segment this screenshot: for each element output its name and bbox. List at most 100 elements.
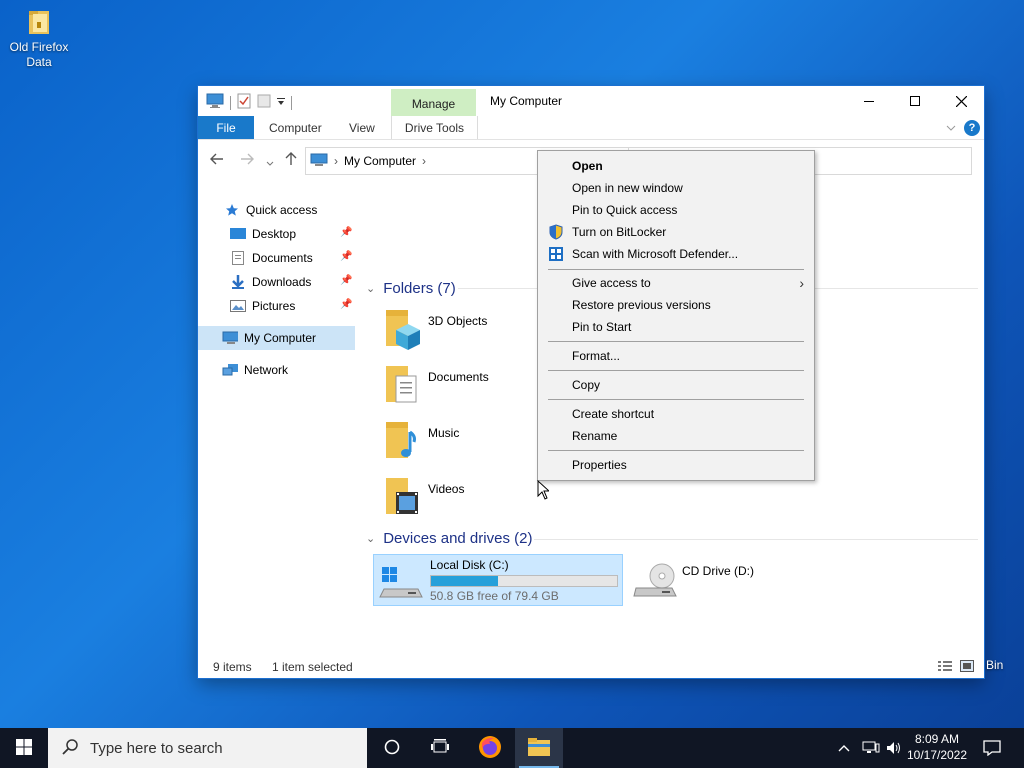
documents-icon bbox=[230, 251, 246, 265]
breadcrumb-my-computer[interactable]: My Computer bbox=[344, 154, 416, 168]
manage-context-tab[interactable]: Manage bbox=[391, 89, 476, 118]
recent-locations-chevron-icon[interactable] bbox=[266, 154, 274, 170]
system-clock[interactable]: 8:09 AM 10/17/2022 bbox=[902, 731, 972, 763]
menu-label: Format... bbox=[572, 349, 621, 363]
menu-label: Pin to Start bbox=[572, 320, 632, 334]
help-icon[interactable]: ? bbox=[964, 120, 980, 136]
group-title: Folders (7) bbox=[383, 280, 456, 297]
expand-ribbon-chevron-icon[interactable] bbox=[946, 121, 956, 135]
tab-view[interactable]: View bbox=[349, 116, 375, 139]
menu-item-rename[interactable]: Rename bbox=[538, 425, 814, 447]
start-button[interactable] bbox=[0, 728, 48, 768]
divider bbox=[534, 539, 978, 540]
collapse-chevron-icon[interactable]: ⌄ bbox=[366, 532, 375, 545]
menu-label: Rename bbox=[572, 429, 618, 443]
tab-drive-tools[interactable]: Drive Tools bbox=[391, 116, 478, 139]
show-hidden-icons-chevron[interactable] bbox=[838, 728, 850, 768]
nav-label: Network bbox=[244, 363, 289, 377]
nav-item-downloads[interactable]: Downloads 📌 bbox=[230, 270, 358, 294]
nav-my-computer[interactable]: My Computer bbox=[198, 326, 355, 350]
drive-cd-d[interactable]: CD Drive (D:) bbox=[630, 554, 878, 604]
tab-file[interactable]: File bbox=[198, 116, 254, 139]
menu-item-pin-start[interactable]: Pin to Start bbox=[538, 316, 814, 338]
window-title: My Computer bbox=[490, 94, 563, 108]
folder-music[interactable]: Music bbox=[382, 418, 532, 468]
folders-group-header[interactable]: ⌄ Folders (7) bbox=[366, 280, 456, 297]
nav-network[interactable]: Network bbox=[222, 358, 288, 382]
menu-item-pin-quick-access[interactable]: Pin to Quick access bbox=[538, 199, 814, 221]
folder-documents[interactable]: Documents bbox=[382, 362, 532, 412]
menu-separator bbox=[548, 269, 804, 270]
collapse-chevron-icon[interactable]: ⌄ bbox=[366, 282, 375, 295]
selection-count: 1 item selected bbox=[272, 660, 353, 674]
computer-icon[interactable] bbox=[206, 93, 224, 112]
menu-item-copy[interactable]: Copy bbox=[538, 374, 814, 396]
drive-local-disk-c[interactable]: Local Disk (C:) 50.8 GB free of 79.4 GB bbox=[373, 554, 623, 606]
recycle-bin-label[interactable]: Bin bbox=[986, 658, 1003, 672]
menu-item-format[interactable]: Format... bbox=[538, 345, 814, 367]
nav-item-pictures[interactable]: Pictures 📌 bbox=[230, 294, 358, 318]
nav-item-desktop[interactable]: Desktop 📌 bbox=[230, 222, 358, 246]
menu-label: Scan with Microsoft Defender... bbox=[572, 247, 739, 261]
menu-item-open-new-window[interactable]: Open in new window bbox=[538, 177, 814, 199]
firefox-taskbar-button[interactable] bbox=[466, 728, 514, 768]
new-folder-icon[interactable] bbox=[257, 93, 271, 112]
breadcrumb-chevron-icon[interactable]: › bbox=[334, 154, 338, 168]
maximize-button[interactable] bbox=[892, 86, 938, 116]
network-tray-icon[interactable] bbox=[862, 728, 880, 768]
forward-arrow-icon[interactable] bbox=[240, 152, 254, 168]
minimize-button[interactable] bbox=[846, 86, 892, 116]
folder-videos[interactable]: Videos bbox=[382, 474, 532, 524]
status-bar: 9 items 1 item selected bbox=[198, 658, 984, 678]
folder-3d-objects[interactable]: 3D Objects bbox=[382, 306, 532, 356]
search-placeholder: Type here to search bbox=[90, 739, 223, 757]
nav-label: My Computer bbox=[244, 331, 317, 345]
customize-toolbar-chevron-icon[interactable] bbox=[277, 96, 285, 110]
pin-icon: 📌 bbox=[340, 275, 353, 286]
details-view-icon[interactable] bbox=[938, 660, 952, 675]
menu-item-give-access[interactable]: Give access to › bbox=[538, 272, 814, 294]
menu-item-scan-defender[interactable]: Scan with Microsoft Defender... bbox=[538, 243, 814, 265]
menu-item-properties[interactable]: Properties bbox=[538, 454, 814, 476]
desktop-icon-old-firefox-data[interactable]: Old Firefox Data bbox=[6, 8, 72, 70]
desktop-icon-label: Old Firefox Data bbox=[9, 40, 69, 69]
menu-item-turn-on-bitlocker[interactable]: Turn on BitLocker bbox=[538, 221, 814, 243]
properties-check-icon[interactable] bbox=[237, 93, 251, 112]
network-icon bbox=[222, 363, 238, 377]
videos-folder-icon bbox=[382, 474, 422, 524]
menu-label: Restore previous versions bbox=[572, 298, 711, 312]
taskbar-search-box[interactable]: Type here to search bbox=[48, 728, 367, 768]
back-arrow-icon[interactable] bbox=[210, 152, 224, 168]
nav-quick-access[interactable]: Quick access bbox=[224, 198, 317, 222]
task-view-button[interactable] bbox=[416, 728, 464, 768]
navigation-pane: Quick access Desktop 📌 Documents 📌 Downl… bbox=[198, 188, 358, 658]
menu-item-create-shortcut[interactable]: Create shortcut bbox=[538, 403, 814, 425]
group-title: Devices and drives (2) bbox=[383, 530, 533, 547]
nav-item-documents[interactable]: Documents 📌 bbox=[230, 246, 358, 270]
file-explorer-taskbar-button[interactable] bbox=[515, 728, 563, 768]
menu-item-restore-previous[interactable]: Restore previous versions bbox=[538, 294, 814, 316]
nav-label: Pictures bbox=[252, 299, 296, 313]
notification-center-icon[interactable] bbox=[983, 728, 1001, 768]
defender-icon bbox=[548, 246, 564, 262]
up-arrow-icon[interactable] bbox=[285, 152, 297, 169]
search-icon bbox=[62, 738, 78, 758]
tab-computer[interactable]: Computer bbox=[269, 116, 322, 139]
file-explorer-icon bbox=[527, 737, 551, 760]
close-button[interactable] bbox=[938, 86, 984, 116]
menu-separator bbox=[548, 341, 804, 342]
menu-separator bbox=[548, 370, 804, 371]
folder-label: 3D Objects bbox=[428, 314, 488, 328]
drives-group-header[interactable]: ⌄ Devices and drives (2) bbox=[366, 530, 532, 547]
menu-item-open[interactable]: Open bbox=[538, 155, 814, 177]
large-icons-view-icon[interactable] bbox=[960, 660, 974, 675]
star-icon bbox=[224, 203, 240, 217]
quick-access-toolbar bbox=[206, 93, 292, 112]
pin-icon: 📌 bbox=[340, 299, 353, 310]
menu-separator bbox=[548, 399, 804, 400]
cortana-button[interactable] bbox=[368, 728, 416, 768]
taskbar: Type here to search 8:09 AM 10/17/2022 bbox=[0, 728, 1024, 768]
volume-tray-icon[interactable] bbox=[886, 728, 902, 768]
nav-label: Desktop bbox=[252, 227, 297, 241]
breadcrumb-chevron-icon[interactable]: › bbox=[422, 154, 426, 168]
